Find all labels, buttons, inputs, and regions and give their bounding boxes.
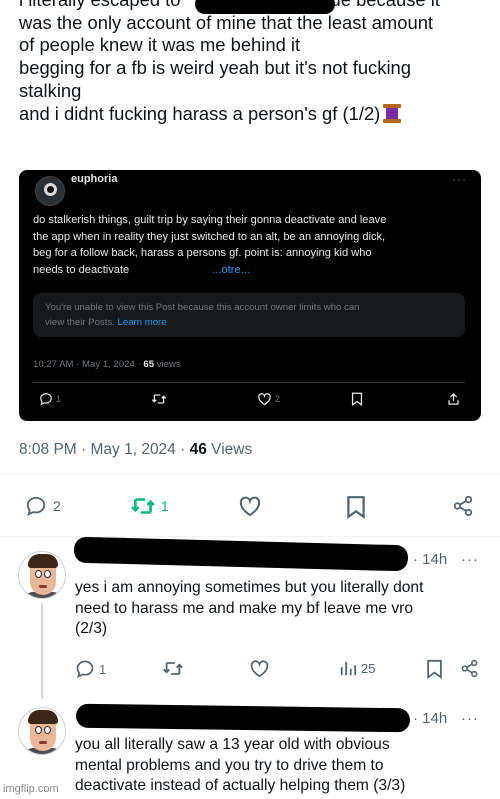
bookmark-icon (351, 392, 363, 406)
quoted-line: the app when in reality they just switch… (33, 230, 386, 243)
retweet-button[interactable]: 1 (130, 495, 169, 517)
views-button[interactable]: 25 (339, 659, 375, 677)
post-line-4: begging for a fb is weird yeah but it's … (19, 57, 411, 79)
post-line-2: was the only account of mine that the le… (19, 11, 434, 33)
more-icon[interactable]: ··· (461, 551, 479, 568)
analytics-icon (340, 661, 357, 676)
heart-icon (250, 660, 269, 678)
bookmark-button[interactable] (426, 659, 443, 679)
like-button[interactable] (249, 659, 270, 678)
reply-time: · 14h (413, 551, 448, 568)
reply-action-bar: 1 25 (75, 659, 485, 681)
reply-icon (40, 393, 52, 406)
views-count: 46 (189, 441, 207, 458)
reply-button[interactable]: 2 (24, 495, 61, 517)
quoted-views-count: 65 (143, 359, 155, 370)
retweet-button[interactable] (162, 659, 184, 678)
divider (33, 382, 465, 383)
reply-text: yes i am annoying sometimes but you lite… (75, 578, 480, 640)
quoted-bookmark-button[interactable] (351, 392, 363, 406)
reply-line: (2/3) (75, 620, 108, 637)
notice-text: You're unable to view this Post because … (45, 302, 360, 313)
bookmark-icon (347, 496, 365, 519)
quoted-line: needs to deactivate ...otre... (33, 263, 250, 276)
reply-line: you all literally saw a 13 year old with… (75, 736, 390, 753)
reply-line: need to harass me and make my bf leave m… (75, 599, 414, 617)
reply-tweet[interactable]: · 14h ··· yes i am annoying sometimes bu… (0, 536, 500, 700)
heart-icon (258, 393, 271, 406)
retweet-icon (163, 662, 183, 675)
post-text: i literally escaped tode because it was … (19, 0, 489, 125)
quoted-body: do stalkerish things, guilt trip by sayi… (33, 212, 473, 278)
views-count: 25 (361, 660, 376, 676)
post-timestamp: 8:08 PM · May 1, 2024 · 46 Views (19, 441, 253, 458)
reply-count: 2 (53, 498, 61, 514)
more-icon[interactable]: ··· (461, 710, 479, 727)
reply-line: deactivate instead of actually helping t… (75, 777, 406, 794)
reply-tweet[interactable]: · 14h ··· you all literally saw a 13 yea… (0, 700, 500, 799)
retweet-icon (131, 498, 155, 514)
redaction-bar (195, 0, 335, 14)
reply-time: · 14h (413, 710, 448, 727)
share-icon (453, 495, 473, 517)
quoted-line: do stalkerish things, guilt trip by sayi… (33, 214, 387, 226)
share-icon (461, 659, 478, 678)
share-icon (448, 393, 459, 405)
more-icon[interactable]: ··· (452, 172, 467, 186)
quoted-reply-button[interactable]: 1 (39, 392, 61, 406)
quoted-share-button[interactable] (447, 392, 460, 406)
post-line-5: stalking (19, 79, 82, 101)
thread-spool-icon (382, 103, 402, 123)
share-button[interactable] (460, 659, 479, 678)
quoted-timestamp: 10:27 AM · May 1, 2024 · 65 views (33, 359, 181, 370)
retweet-icon (151, 394, 167, 404)
learn-more-link[interactable]: Learn more (118, 317, 167, 328)
redaction-bar (75, 703, 411, 733)
reply-line: mental problems and you try to drive the… (75, 756, 384, 774)
reply-icon (76, 660, 94, 679)
post-action-bar: 2 1 (0, 495, 500, 525)
bookmark-button[interactable] (346, 495, 366, 519)
divider (0, 474, 500, 475)
quoted-like-button[interactable]: 2 (257, 392, 280, 406)
quoted-retweet-button[interactable] (151, 392, 167, 406)
quoted-line: beg for a follow back, harass a persons … (33, 247, 372, 259)
share-button[interactable] (452, 495, 474, 517)
notice-text: view their Posts. (45, 316, 115, 328)
avatar[interactable] (18, 551, 66, 599)
quoted-action-bar: 1 2 (33, 392, 465, 412)
retweet-count: 1 (161, 498, 169, 514)
heart-icon (239, 496, 261, 517)
reply-count: 1 (99, 661, 107, 677)
show-more-link[interactable]: ...otre... (212, 264, 250, 276)
reply-button[interactable]: 1 (75, 659, 106, 679)
post-line-3: of people knew it was me behind it (19, 34, 301, 56)
reply-icon (26, 496, 46, 516)
quoted-tweet[interactable]: euphoria ··· do stalkerish things, guilt… (19, 170, 481, 421)
like-button[interactable] (238, 495, 262, 517)
restricted-notice: You're unable to view this Post because … (33, 293, 465, 337)
quoted-avatar[interactable] (35, 176, 65, 206)
bookmark-icon (427, 659, 442, 679)
redaction-bar (73, 536, 409, 572)
post-line-6: and i didnt fucking harass a person's gf… (19, 103, 489, 126)
reply-text: you all literally saw a 13 year old with… (75, 735, 480, 797)
avatar[interactable] (18, 707, 66, 755)
thread-connector (41, 603, 43, 699)
reply-line: yes i am annoying sometimes but you lite… (75, 579, 424, 596)
watermark: imgflip.com (3, 783, 59, 795)
quoted-display-name[interactable]: euphoria (71, 173, 117, 185)
